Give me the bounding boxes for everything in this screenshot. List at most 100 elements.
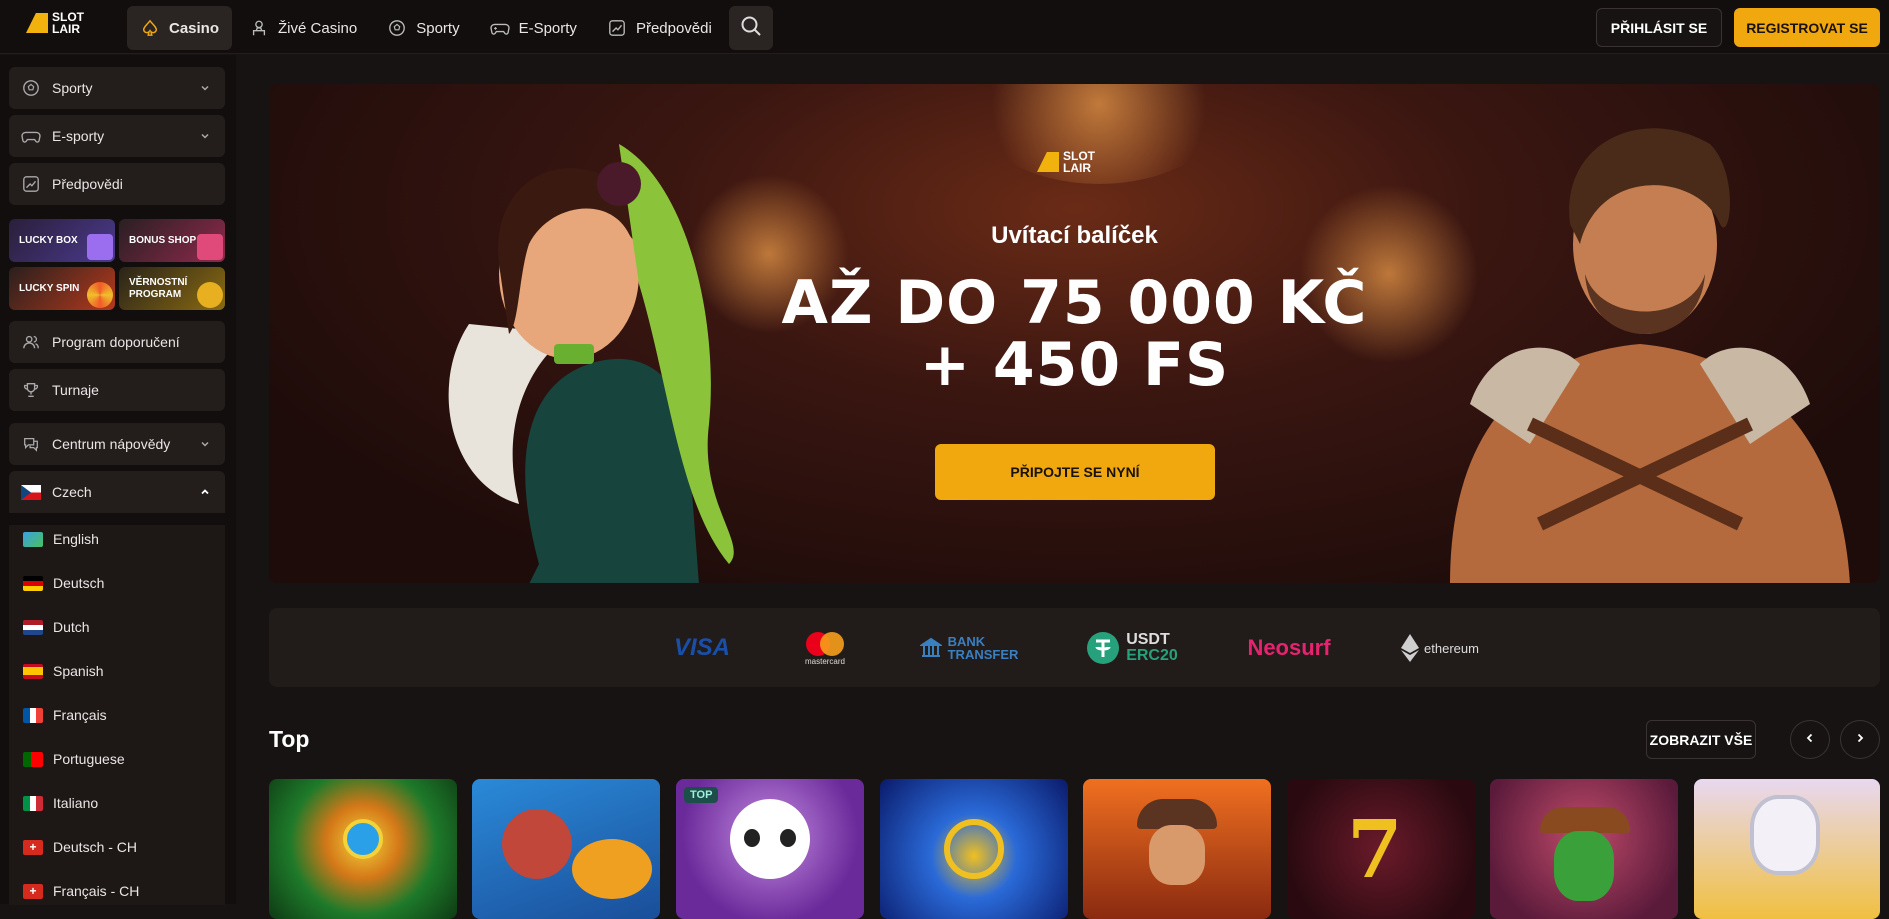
gamepad-icon [21,126,41,146]
game-art-cactus [1554,831,1614,901]
promo-label: LUCKY BOX [19,234,78,246]
flag-nl-icon [23,619,43,635]
sidebar-item-help-center[interactable]: Centrum nápovědy [9,423,225,465]
flag-fr-icon [23,707,43,723]
sidebar: Sporty E-sporty Předpovědi LUCKY BOX BON… [0,55,236,905]
game-card-gates-of-olympus[interactable] [1694,779,1880,919]
sidebar-item-label: Sporty [52,80,93,96]
lang-deutsch-ch[interactable]: + Deutsch - CH [23,839,137,855]
flag-it-icon [23,795,43,811]
lang-francais-ch[interactable]: + Français - CH [23,883,139,899]
sidebar-item-label: Turnaje [52,382,99,398]
section-title: Top [269,726,310,752]
bank-icon [919,637,942,657]
lang-english[interactable]: English [23,531,99,547]
lang-label: Deutsch - CH [53,839,138,855]
promo-bonus-shop[interactable]: BONUS SHOP [119,219,225,262]
nav-label: Předpovědi [635,19,712,37]
flag-globe-icon [23,531,43,547]
lang-italiano[interactable]: Italiano [23,795,98,811]
game-card-fruit[interactable] [269,779,457,919]
promo-label: VĚRNOSTNÍ PROGRAM [129,276,188,300]
lang-spanish[interactable]: Spanish [23,663,104,679]
search-button[interactable] [728,6,773,50]
promo-label: BONUS SHOP [129,234,197,246]
site-logo[interactable]: SLOT LAIR [26,11,84,35]
nav-label: Sporty [416,19,460,37]
flag-ch-icon: + [23,839,43,855]
sidebar-item-predictions[interactable]: Předpovědi [9,163,225,205]
login-button[interactable]: PŘIHLÁSIT SE [1596,8,1722,47]
game-art-panda-eye [780,829,796,847]
game-card-hot-coins[interactable]: 7 [1287,779,1475,919]
game-card-book-of-ra[interactable] [1083,779,1271,919]
game-card-gold-rush[interactable] [1490,779,1678,919]
nav-casino[interactable]: Casino [127,6,233,50]
hero-title-line1: AŽ DO 75 000 KČ [781,268,1368,338]
promo-loyalty-program[interactable]: VĚRNOSTNÍ PROGRAM [119,267,225,310]
shopping-bag-icon [197,234,223,260]
top-badge: TOP [684,787,719,803]
hero-banner[interactable]: SLOT LAIR Uvítací balíček AŽ DO 75 000 KČ… [269,84,1880,583]
flag-ch-icon: + [23,883,43,899]
tether-icon [1087,632,1120,664]
sidebar-item-label: Předpovědi [52,176,123,192]
dealer-icon [249,18,269,38]
carousel-next-button[interactable] [1840,720,1880,759]
sidebar-item-esports[interactable]: E-sporty [9,115,225,157]
mastercard-label: mastercard [804,656,845,666]
sidebar-item-referral[interactable]: Program doporučení [9,321,225,363]
lang-label: Français [53,707,107,723]
gamepad-icon [489,18,510,38]
nav-sports[interactable]: Sporty [374,6,472,50]
game-card-coin-strike[interactable] [880,779,1068,919]
ethereum-icon [1401,634,1420,662]
chevron-left-icon [1804,731,1816,749]
lang-portuguese[interactable]: Portuguese [23,751,125,767]
game-art-panda [730,799,810,879]
nav-esports[interactable]: E-Sporty [477,6,590,50]
lang-dutch[interactable]: Dutch [23,619,90,635]
game-art-fish [572,839,652,899]
ethereum-logo: ethereum [1395,628,1485,668]
chevron-down-icon [199,437,211,453]
game-art-fisherman [502,809,572,879]
usdt-label-2: ERC20 [1126,647,1178,664]
carousel-prev-button[interactable] [1790,720,1830,759]
lang-label: English [53,531,99,547]
lang-label: Spanish [53,663,104,679]
nav-live-casino[interactable]: Živé Casino [236,6,370,50]
users-icon [21,332,41,352]
promo-lucky-box[interactable]: LUCKY BOX [9,219,115,262]
join-now-button[interactable]: PŘIPOJTE SE NYNÍ [935,444,1215,500]
chevron-down-icon [199,81,211,97]
hero-subtitle: Uvítací balíček [991,222,1158,249]
promo-lucky-spin[interactable]: LUCKY SPIN [9,267,115,310]
game-card-luck[interactable]: TOP [676,779,864,919]
mastercard-logo: mastercard [795,628,855,668]
flag-de-icon [23,575,43,591]
game-art-panda-eye [744,829,760,847]
sidebar-item-sports[interactable]: Sporty [9,67,225,109]
lang-label: Deutsch [53,575,105,591]
nav-label: Casino [169,19,220,37]
register-button[interactable]: REGISTROVAT SE [1734,8,1880,47]
lang-french[interactable]: Français [23,707,107,723]
lang-deutsch[interactable]: Deutsch [23,575,104,591]
nav-predictions[interactable]: Předpovědi [594,6,725,50]
flag-es-icon [23,663,43,679]
game-art-hat [1540,807,1630,833]
visa-logo: VISA [673,634,730,661]
logo-text-line2: LAIR [1063,161,1091,175]
ethereum-label: ethereum [1424,640,1479,656]
sidebar-item-tournaments[interactable]: Turnaje [9,369,225,411]
game-art-coin [944,819,1004,879]
usdt-label-1: USDT [1126,631,1170,648]
show-all-button[interactable]: ZOBRAZIT VŠE [1646,720,1756,759]
wheel-icon [87,282,113,308]
sidebar-item-language[interactable]: Czech [9,471,225,513]
flag-cz-icon [21,482,41,502]
chevron-right-icon [1854,731,1866,749]
game-card-blast-the-bass[interactable] [472,779,660,919]
logo-mark-icon [26,13,48,33]
